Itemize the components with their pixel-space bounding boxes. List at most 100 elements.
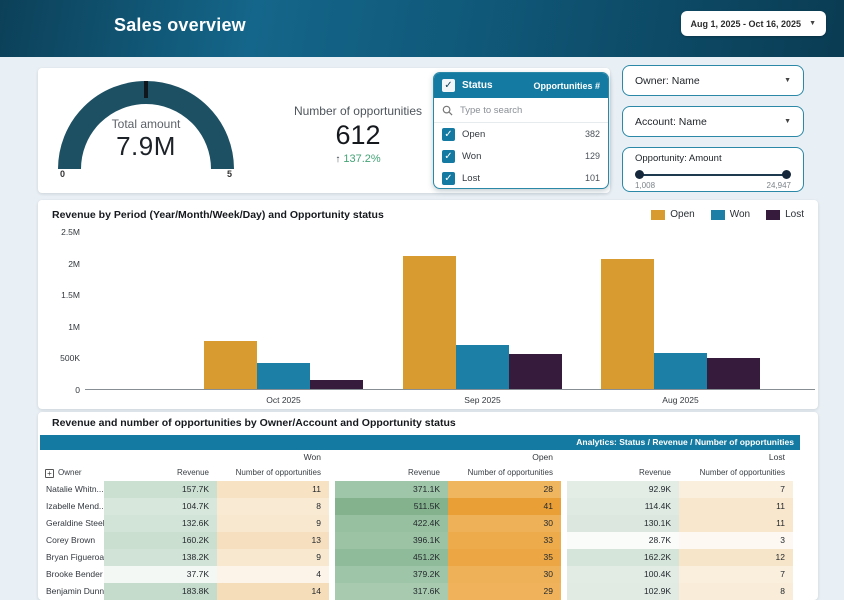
table-body: Natalie Whitn...157.7K11371.1K2892.9K7Iz… (40, 481, 800, 600)
value-cell: 371.1K (335, 481, 448, 498)
value-cell: 102.9K (567, 583, 679, 600)
bar-open[interactable] (601, 259, 654, 389)
y-tick-label: 500K (44, 353, 80, 363)
table-row: Geraldine Steel132.6K9422.4K30130.1K11 (40, 515, 800, 532)
y-tick-label: 2.5M (44, 227, 80, 237)
gauge-label: Total amount (86, 117, 206, 131)
bar-won[interactable] (257, 363, 310, 389)
value-cell: 317.6K (335, 583, 448, 600)
legend-item-lost[interactable]: Lost (766, 209, 804, 220)
value-cell: 100.4K (567, 566, 679, 583)
value-cell: 160.2K (104, 532, 217, 549)
owner-cell[interactable]: Benjamin Dunn (40, 583, 104, 600)
status-filter-item-lost[interactable]: ✓Lost101 (434, 167, 608, 189)
amount-filter-label: Opportunity: Amount (635, 153, 791, 164)
status-filter-header: ✓ Status Opportunities # (434, 73, 608, 98)
value-cell: 12 (679, 549, 793, 566)
table-title: Revenue and number of opportunities by O… (52, 417, 456, 429)
owner-filter-select[interactable]: Owner: Name ▼ (622, 65, 804, 96)
revenue-by-period-chart-card: Revenue by Period (Year/Month/Week/Day) … (38, 200, 818, 409)
value-cell: 11 (679, 515, 793, 532)
app-header: Sales overview Aug 1, 2025 - Oct 16, 202… (0, 0, 844, 57)
value-cell: 35 (448, 549, 561, 566)
col-header-count: Number of opportunities (217, 465, 329, 481)
x-axis-label: Aug 2025 (601, 395, 760, 405)
value-cell: 104.7K (104, 498, 217, 515)
bar-group-oct-2025 (204, 341, 363, 389)
status-item-label: Open (462, 129, 578, 140)
chevron-down-icon: ▼ (784, 118, 791, 125)
owner-column-header: Owner (58, 465, 82, 481)
chevron-down-icon: ▼ (809, 20, 816, 27)
value-cell: 28.7K (567, 532, 679, 549)
kpi-card: 0 5 Total amount 7.9M Number of opportun… (38, 68, 610, 193)
bar-open[interactable] (403, 256, 456, 389)
amount-range-slider[interactable] (635, 170, 791, 180)
checkbox-checked-icon[interactable]: ✓ (442, 128, 455, 141)
legend-item-won[interactable]: Won (711, 209, 750, 220)
status-filter-title: Status (462, 80, 526, 91)
owner-table-card: Revenue and number of opportunities by O… (38, 412, 818, 600)
value-cell: 41 (448, 498, 561, 515)
value-cell: 451.2K (335, 549, 448, 566)
value-cell: 7 (679, 566, 793, 583)
date-range-selector[interactable]: Aug 1, 2025 - Oct 16, 2025 ▼ (681, 11, 827, 36)
value-cell: 422.4K (335, 515, 448, 532)
value-cell: 8 (217, 498, 329, 515)
status-filter-panel: ✓ Status Opportunities # ✓ Open 382 ✓Won129… (433, 72, 609, 189)
status-filter-item-open[interactable]: ✓ Open 382 (434, 123, 608, 145)
value-cell: 13 (217, 532, 329, 549)
value-cell: 9 (217, 549, 329, 566)
total-amount-gauge: 0 5 Total amount 7.9M (58, 81, 234, 181)
legend-item-open[interactable]: Open (651, 209, 694, 220)
col-header-revenue: Revenue (335, 465, 448, 481)
owner-cell[interactable]: Brooke Bender (40, 566, 104, 583)
status-item-label: Lost (462, 173, 578, 184)
y-tick-label: 0 (44, 385, 80, 395)
value-cell: 30 (448, 515, 561, 532)
legend-swatch-icon (711, 210, 725, 220)
owner-cell[interactable]: Geraldine Steel (40, 515, 104, 532)
legend-swatch-icon (651, 210, 665, 220)
amount-filter: Opportunity: Amount 1,008 24,947 (622, 147, 804, 192)
owner-cell[interactable]: Corey Brown (40, 532, 104, 549)
table-row: Corey Brown160.2K13396.1K3328.7K3 (40, 532, 800, 549)
bar-open[interactable] (204, 341, 257, 389)
value-cell: 379.2K (335, 566, 448, 583)
slider-handle-max[interactable] (782, 170, 791, 179)
bar-lost[interactable] (707, 358, 760, 389)
expand-owner-icon[interactable]: + (45, 469, 54, 478)
legend-label: Won (730, 209, 750, 220)
y-tick-label: 2M (44, 259, 80, 269)
value-cell: 9 (217, 515, 329, 532)
col-header-revenue: Revenue (104, 465, 217, 481)
table-row: Brooke Bender37.7K4379.2K30100.4K7 (40, 566, 800, 583)
page-title: Sales overview (114, 15, 246, 36)
owner-filter-label: Owner: Name (635, 75, 784, 87)
status-search-input[interactable] (460, 105, 580, 116)
analytics-band: Analytics: Status / Revenue / Number of … (40, 435, 800, 450)
bar-lost[interactable] (509, 354, 562, 389)
owner-cell[interactable]: Natalie Whitn... (40, 481, 104, 498)
value-cell: 130.1K (567, 515, 679, 532)
bar-won[interactable] (654, 353, 707, 389)
bar-lost[interactable] (310, 380, 363, 389)
legend-swatch-icon (766, 210, 780, 220)
value-cell: 157.7K (104, 481, 217, 498)
account-filter-select[interactable]: Account: Name ▼ (622, 106, 804, 137)
slider-track[interactable] (637, 174, 789, 176)
status-filter-item-won[interactable]: ✓Won129 (434, 145, 608, 167)
owner-cell[interactable]: Izabelle Mend... (40, 498, 104, 515)
value-cell: 37.7K (104, 566, 217, 583)
value-cell: 183.8K (104, 583, 217, 600)
checkbox-checked-icon[interactable]: ✓ (442, 172, 455, 185)
gauge-needle (144, 81, 148, 98)
status-select-all-checkbox[interactable]: ✓ (442, 79, 455, 92)
checkbox-checked-icon[interactable]: ✓ (442, 150, 455, 163)
value-cell: 396.1K (335, 532, 448, 549)
slider-handle-min[interactable] (635, 170, 644, 179)
owner-cell[interactable]: Bryan Figueroa (40, 549, 104, 566)
opportunities-kpi: Number of opportunities 612 ↑ 137.2% (266, 104, 450, 165)
bar-won[interactable] (456, 345, 509, 389)
status-item-count: 382 (585, 129, 600, 139)
